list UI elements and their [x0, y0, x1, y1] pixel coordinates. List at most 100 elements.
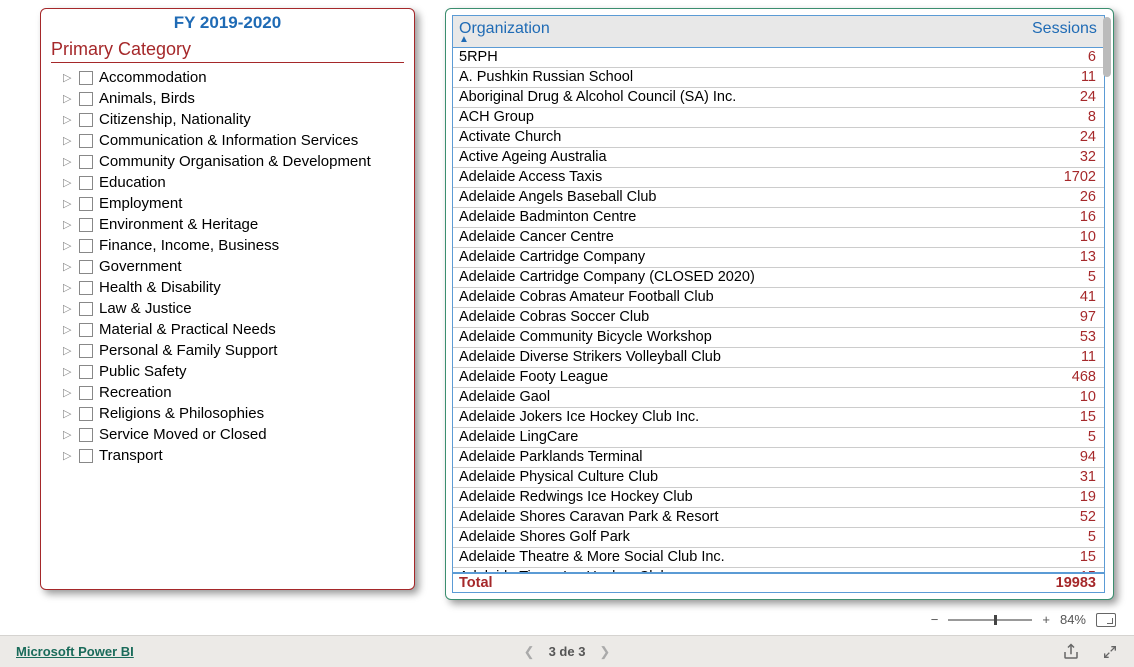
category-checkbox[interactable]: [79, 239, 93, 253]
category-item[interactable]: ▷Material & Practical Needs: [63, 319, 404, 340]
table-row[interactable]: A. Pushkin Russian School11: [453, 68, 1104, 88]
table-row[interactable]: Adelaide Cobras Amateur Football Club41: [453, 288, 1104, 308]
expand-arrow-icon[interactable]: ▷: [63, 92, 73, 105]
fullscreen-icon[interactable]: [1102, 644, 1118, 660]
category-checkbox[interactable]: [79, 71, 93, 85]
category-item[interactable]: ▷Employment: [63, 193, 404, 214]
table-row[interactable]: Adelaide Community Bicycle Workshop53: [453, 328, 1104, 348]
category-checkbox[interactable]: [79, 407, 93, 421]
table-row[interactable]: Adelaide Redwings Ice Hockey Club19: [453, 488, 1104, 508]
category-checkbox[interactable]: [79, 281, 93, 295]
category-checkbox[interactable]: [79, 344, 93, 358]
table-row[interactable]: Adelaide LingCare5: [453, 428, 1104, 448]
category-checkbox[interactable]: [79, 260, 93, 274]
expand-arrow-icon[interactable]: ▷: [63, 134, 73, 147]
table-row[interactable]: Adelaide Parklands Terminal94: [453, 448, 1104, 468]
expand-arrow-icon[interactable]: ▷: [63, 71, 73, 84]
expand-arrow-icon[interactable]: ▷: [63, 155, 73, 168]
category-item[interactable]: ▷Religions & Philosophies: [63, 403, 404, 424]
category-item[interactable]: ▷Environment & Heritage: [63, 214, 404, 235]
table-row[interactable]: Adelaide Gaol10: [453, 388, 1104, 408]
category-item[interactable]: ▷Law & Justice: [63, 298, 404, 319]
expand-arrow-icon[interactable]: ▷: [63, 386, 73, 399]
prev-page-button[interactable]: ❮: [524, 644, 535, 660]
table-row[interactable]: Active Ageing Australia32: [453, 148, 1104, 168]
category-checkbox[interactable]: [79, 323, 93, 337]
category-checkbox[interactable]: [79, 386, 93, 400]
zoom-slider[interactable]: [948, 619, 1032, 621]
table-row[interactable]: Adelaide Footy League468: [453, 368, 1104, 388]
expand-arrow-icon[interactable]: ▷: [63, 407, 73, 420]
category-checkbox[interactable]: [79, 155, 93, 169]
expand-arrow-icon[interactable]: ▷: [63, 239, 73, 252]
table-row[interactable]: Adelaide Jokers Ice Hockey Club Inc.15: [453, 408, 1104, 428]
category-item[interactable]: ▷Recreation: [63, 382, 404, 403]
table-row[interactable]: Adelaide Shores Golf Park5: [453, 528, 1104, 548]
category-checkbox[interactable]: [79, 302, 93, 316]
category-item[interactable]: ▷Public Safety: [63, 361, 404, 382]
table-row[interactable]: 5RPH6: [453, 48, 1104, 68]
category-checkbox[interactable]: [79, 134, 93, 148]
zoom-out-button[interactable]: −: [931, 612, 939, 627]
category-checkbox[interactable]: [79, 92, 93, 106]
category-item[interactable]: ▷Citizenship, Nationality: [63, 109, 404, 130]
table-row[interactable]: Adelaide Cartridge Company (CLOSED 2020)…: [453, 268, 1104, 288]
category-item[interactable]: ▷Animals, Birds: [63, 88, 404, 109]
table-row[interactable]: Adelaide Access Taxis1702: [453, 168, 1104, 188]
table-row[interactable]: ACH Group8: [453, 108, 1104, 128]
table-row[interactable]: Activate Church24: [453, 128, 1104, 148]
filter-panel: FY 2019-2020 Primary Category ▷Accommoda…: [40, 8, 415, 590]
cell-sessions: 24: [1024, 128, 1104, 147]
table-row[interactable]: Adelaide Badminton Centre16: [453, 208, 1104, 228]
table-row[interactable]: Adelaide Cancer Centre10: [453, 228, 1104, 248]
category-item[interactable]: ▷Personal & Family Support: [63, 340, 404, 361]
table-row[interactable]: Adelaide Physical Culture Club31: [453, 468, 1104, 488]
table-row[interactable]: Adelaide Diverse Strikers Volleyball Clu…: [453, 348, 1104, 368]
category-item[interactable]: ▷Community Organisation & Development: [63, 151, 404, 172]
category-item[interactable]: ▷Education: [63, 172, 404, 193]
table-row[interactable]: Adelaide Shores Caravan Park & Resort52: [453, 508, 1104, 528]
table-row[interactable]: Adelaide Theatre & More Social Club Inc.…: [453, 548, 1104, 568]
vertical-scrollbar[interactable]: [1103, 17, 1111, 77]
table-row[interactable]: Adelaide Cobras Soccer Club97: [453, 308, 1104, 328]
share-icon[interactable]: [1062, 643, 1080, 661]
zoom-in-button[interactable]: +: [1042, 612, 1050, 627]
expand-arrow-icon[interactable]: ▷: [63, 260, 73, 273]
category-checkbox[interactable]: [79, 197, 93, 211]
cell-sessions: 16: [1024, 208, 1104, 227]
table-row[interactable]: Aboriginal Drug & Alcohol Council (SA) I…: [453, 88, 1104, 108]
expand-arrow-icon[interactable]: ▷: [63, 281, 73, 294]
category-checkbox[interactable]: [79, 428, 93, 442]
category-item[interactable]: ▷Health & Disability: [63, 277, 404, 298]
category-checkbox[interactable]: [79, 365, 93, 379]
category-checkbox[interactable]: [79, 113, 93, 127]
category-item[interactable]: ▷Government: [63, 256, 404, 277]
column-header-sessions[interactable]: Sessions: [1024, 16, 1104, 47]
expand-arrow-icon[interactable]: ▷: [63, 113, 73, 126]
cell-organization: Adelaide Physical Culture Club: [453, 468, 1024, 487]
category-item[interactable]: ▷Finance, Income, Business: [63, 235, 404, 256]
expand-arrow-icon[interactable]: ▷: [63, 176, 73, 189]
table-row[interactable]: Adelaide Cartridge Company13: [453, 248, 1104, 268]
category-item[interactable]: ▷Transport: [63, 445, 404, 466]
table-row[interactable]: Adelaide Angels Baseball Club26: [453, 188, 1104, 208]
next-page-button[interactable]: ❯: [599, 644, 610, 660]
expand-arrow-icon[interactable]: ▷: [63, 449, 73, 462]
category-checkbox[interactable]: [79, 218, 93, 232]
powerbi-brand-link[interactable]: Microsoft Power BI: [16, 644, 134, 659]
expand-arrow-icon[interactable]: ▷: [63, 197, 73, 210]
fit-to-page-icon[interactable]: [1096, 613, 1116, 627]
expand-arrow-icon[interactable]: ▷: [63, 218, 73, 231]
category-item[interactable]: ▷Service Moved or Closed: [63, 424, 404, 445]
category-item[interactable]: ▷Communication & Information Services: [63, 130, 404, 151]
category-item[interactable]: ▷Accommodation: [63, 67, 404, 88]
category-checkbox[interactable]: [79, 449, 93, 463]
expand-arrow-icon[interactable]: ▷: [63, 323, 73, 336]
expand-arrow-icon[interactable]: ▷: [63, 365, 73, 378]
expand-arrow-icon[interactable]: ▷: [63, 428, 73, 441]
zoom-slider-thumb[interactable]: [994, 615, 997, 625]
expand-arrow-icon[interactable]: ▷: [63, 344, 73, 357]
column-header-organization[interactable]: Organization ▲: [453, 16, 1024, 47]
category-checkbox[interactable]: [79, 176, 93, 190]
expand-arrow-icon[interactable]: ▷: [63, 302, 73, 315]
